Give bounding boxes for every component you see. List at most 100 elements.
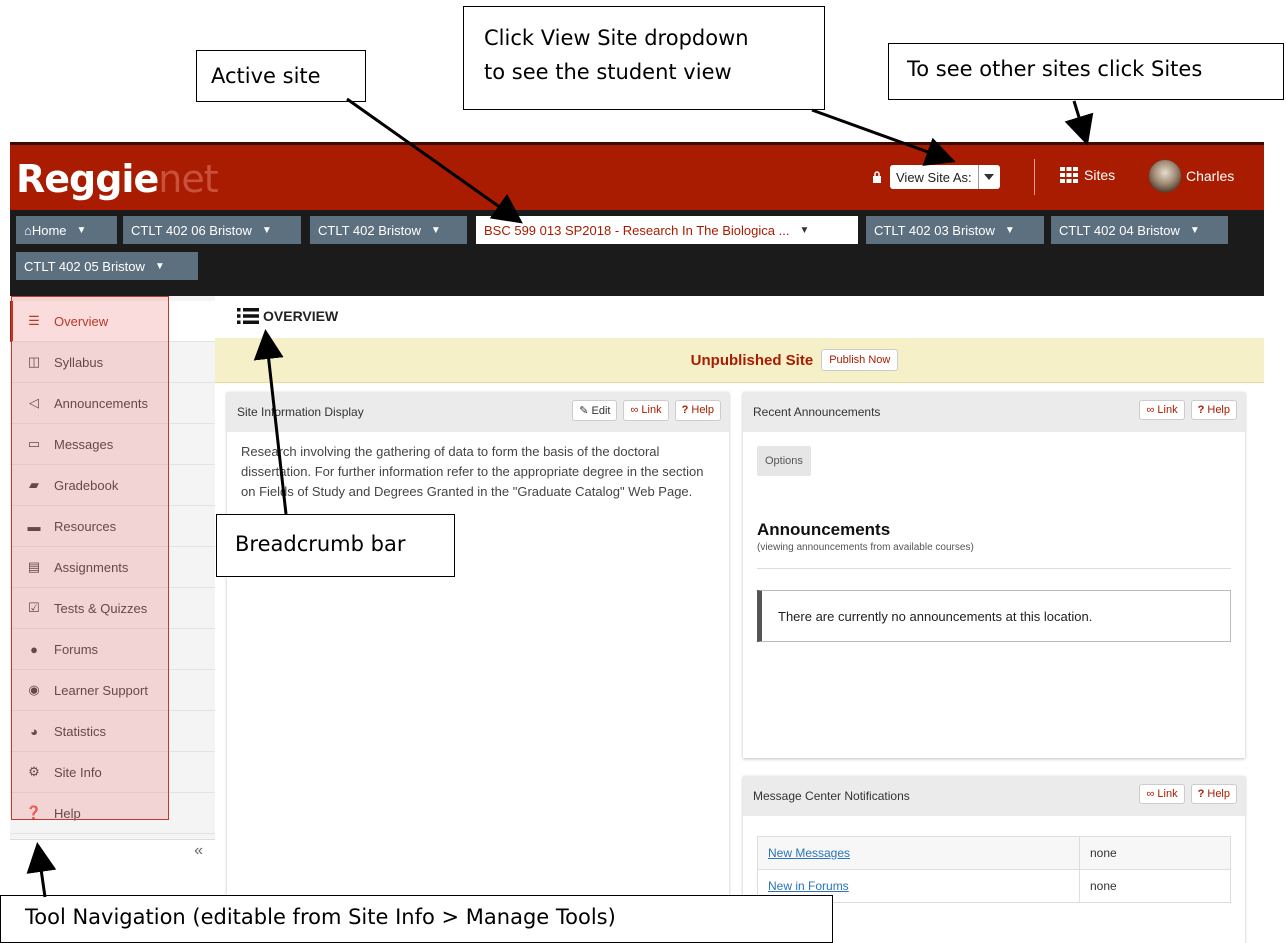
logo-text: Reggie [16, 157, 159, 201]
breadcrumb: OVERVIEW [237, 308, 338, 324]
callout-text: To see other sites click Sites [907, 57, 1203, 81]
callout-text: Breadcrumb bar [235, 532, 406, 556]
new-in-forums-link[interactable]: New in Forums [768, 879, 849, 893]
top-header: Reggienet View Site As: Sites Charles [10, 142, 1264, 210]
callout-text: Active site [211, 64, 321, 88]
home-icon: ⌂ [24, 222, 32, 238]
new-messages-link[interactable]: New Messages [768, 846, 850, 860]
logo-suffix: net [158, 157, 218, 201]
lock-icon [873, 171, 881, 183]
help-button[interactable]: ? Help [674, 400, 721, 421]
chevron-down-icon: ▼ [799, 224, 810, 236]
tool-navigation: ☰ Overview ◫ Syllabus ◁ Announcements ▭ Mess… [10, 296, 215, 943]
tab-label: BSC 599 013 SP2018 - Research In The Bio… [484, 222, 790, 238]
unpublished-banner: Unpublished Site Publish Now [215, 338, 1264, 383]
collapse-tool-nav[interactable]: « [10, 839, 215, 899]
no-announcements-message: There are currently no announcements at … [757, 590, 1231, 642]
chevron-down-icon: ▼ [76, 224, 87, 236]
header-divider [1034, 159, 1035, 195]
link-icon: ∞ [630, 404, 639, 416]
reggienet-logo[interactable]: Reggienet [16, 157, 219, 201]
callout-active-site: Active site [196, 50, 366, 102]
portlet-actions: ✎ Edit ∞ Link ? Help [572, 400, 721, 421]
callout-breadcrumb: Breadcrumb bar [216, 514, 455, 577]
link-icon: ∞ [1146, 788, 1155, 800]
divider [757, 568, 1231, 569]
portlet-title: Site Information Display [237, 405, 364, 419]
pencil-icon: ✎ [579, 405, 589, 417]
breadcrumb-title: OVERVIEW [263, 308, 339, 324]
edit-button[interactable]: ✎ Edit [572, 400, 618, 421]
help-button[interactable]: ? Help [1190, 784, 1237, 804]
link-button[interactable]: ∞ Link [623, 400, 669, 421]
table-cell: New Messages [757, 836, 1080, 870]
tab-ctlt-402[interactable]: CTLT 402 Bristow ▼ [310, 216, 467, 244]
callout-view-site: Click View Site dropdown to see the stude… [463, 6, 825, 110]
site-info-portlet: Site Information Display ✎ Edit ∞ Link ?… [227, 392, 729, 943]
link-label: Link [1157, 788, 1178, 800]
tab-active-site[interactable]: BSC 599 013 SP2018 - Research In The Bio… [476, 216, 858, 244]
callout-sites: To see other sites click Sites [888, 43, 1284, 100]
help-button[interactable]: ? Help [1190, 400, 1237, 420]
announcements-heading: Announcements [757, 520, 891, 539]
sites-label: Sites [1084, 167, 1116, 183]
help-label: Help [1207, 788, 1230, 800]
link-icon: ∞ [1146, 404, 1155, 416]
tab-ctlt-402-03[interactable]: CTLT 402 03 Bristow ▼ [866, 216, 1044, 244]
tab-label: CTLT 402 06 Bristow [131, 222, 252, 238]
chevron-down-icon: ▼ [430, 224, 441, 236]
table-cell: none [1079, 836, 1231, 870]
chevron-down-icon: ▼ [261, 224, 272, 236]
chevron-down-icon: ▼ [154, 260, 165, 272]
options-button[interactable]: Options [757, 446, 811, 476]
tab-label: Home [31, 222, 67, 238]
main-content: OVERVIEW Unpublished Site Publish Now Si… [215, 296, 1264, 943]
portlet-header: Message Center Notifications ∞ Link ? He… [743, 776, 1245, 816]
link-label: Link [641, 404, 662, 416]
tab-label: CTLT 402 03 Bristow [874, 222, 995, 238]
unpublished-text: Unpublished Site [690, 351, 814, 369]
table-row: New Messages none [757, 836, 1231, 870]
callout-tool-navigation: Tool Navigation (editable from Site Info… [0, 895, 833, 943]
portlet-actions: ∞ Link ? Help [1139, 784, 1237, 804]
link-button[interactable]: ∞ Link [1139, 400, 1185, 420]
help-label: Help [691, 404, 714, 416]
help-label: Help [1207, 404, 1230, 416]
table-cell: none [1079, 869, 1231, 903]
list-icon [237, 308, 259, 324]
site-description: Research involving the gathering of data… [241, 444, 704, 499]
tab-home[interactable]: ⌂ Home ▼ [16, 216, 117, 244]
announcements-subtitle: (viewing announcements from available co… [757, 542, 974, 553]
publish-now-button[interactable]: Publish Now [821, 349, 899, 371]
recent-announcements-portlet: Recent Announcements ∞ Link ? Help Optio… [743, 392, 1245, 758]
callout-text: Click View Site dropdown [484, 26, 749, 50]
portlet-title: Recent Announcements [753, 405, 881, 419]
link-button[interactable]: ∞ Link [1139, 784, 1185, 804]
portlet-header: Recent Announcements ∞ Link ? Help [743, 392, 1245, 432]
tab-label: CTLT 402 05 Bristow [24, 258, 145, 274]
sites-button[interactable]: Sites [1060, 167, 1115, 183]
tab-ctlt-402-05[interactable]: CTLT 402 05 Bristow ▼ [16, 252, 198, 280]
user-menu[interactable]: Charles [1148, 159, 1234, 193]
view-site-as-dropdown[interactable]: View Site As: [890, 165, 1000, 189]
tab-label: CTLT 402 04 Bristow [1059, 222, 1180, 238]
tab-label: CTLT 402 Bristow [318, 222, 421, 238]
notifications-table: New Messages none New in Forums none [757, 836, 1231, 903]
tool-navigation-highlight [11, 296, 169, 820]
page-body: ☰ Overview ◫ Syllabus ◁ Announcements ▭ Mess… [10, 296, 1264, 943]
arrow-sites [1064, 100, 1094, 146]
portlet-title: Message Center Notifications [753, 789, 910, 803]
tab-ctlt-402-04[interactable]: CTLT 402 04 Bristow ▼ [1051, 216, 1228, 244]
site-navigation: ⌂ Home ▼ CTLT 402 06 Bristow ▼ CTLT 402 Bri… [10, 210, 1264, 296]
portlet-header: Site Information Display ✎ Edit ∞ Link ?… [227, 392, 729, 432]
collapse-icon[interactable]: « [194, 842, 203, 860]
reggienet-app: Reggienet View Site As: Sites Charles ⌂ H… [10, 142, 1264, 943]
edit-label: Edit [591, 405, 611, 417]
portlet-actions: ∞ Link ? Help [1139, 400, 1237, 420]
chevron-down-icon: ▼ [1004, 224, 1015, 236]
callout-text: Tool Navigation (editable from Site Info… [25, 905, 616, 929]
caret-down-icon[interactable] [977, 165, 1000, 189]
callout-text: to see the student view [484, 60, 732, 84]
tab-ctlt-402-06[interactable]: CTLT 402 06 Bristow ▼ [123, 216, 301, 244]
user-name: Charles [1186, 168, 1235, 184]
